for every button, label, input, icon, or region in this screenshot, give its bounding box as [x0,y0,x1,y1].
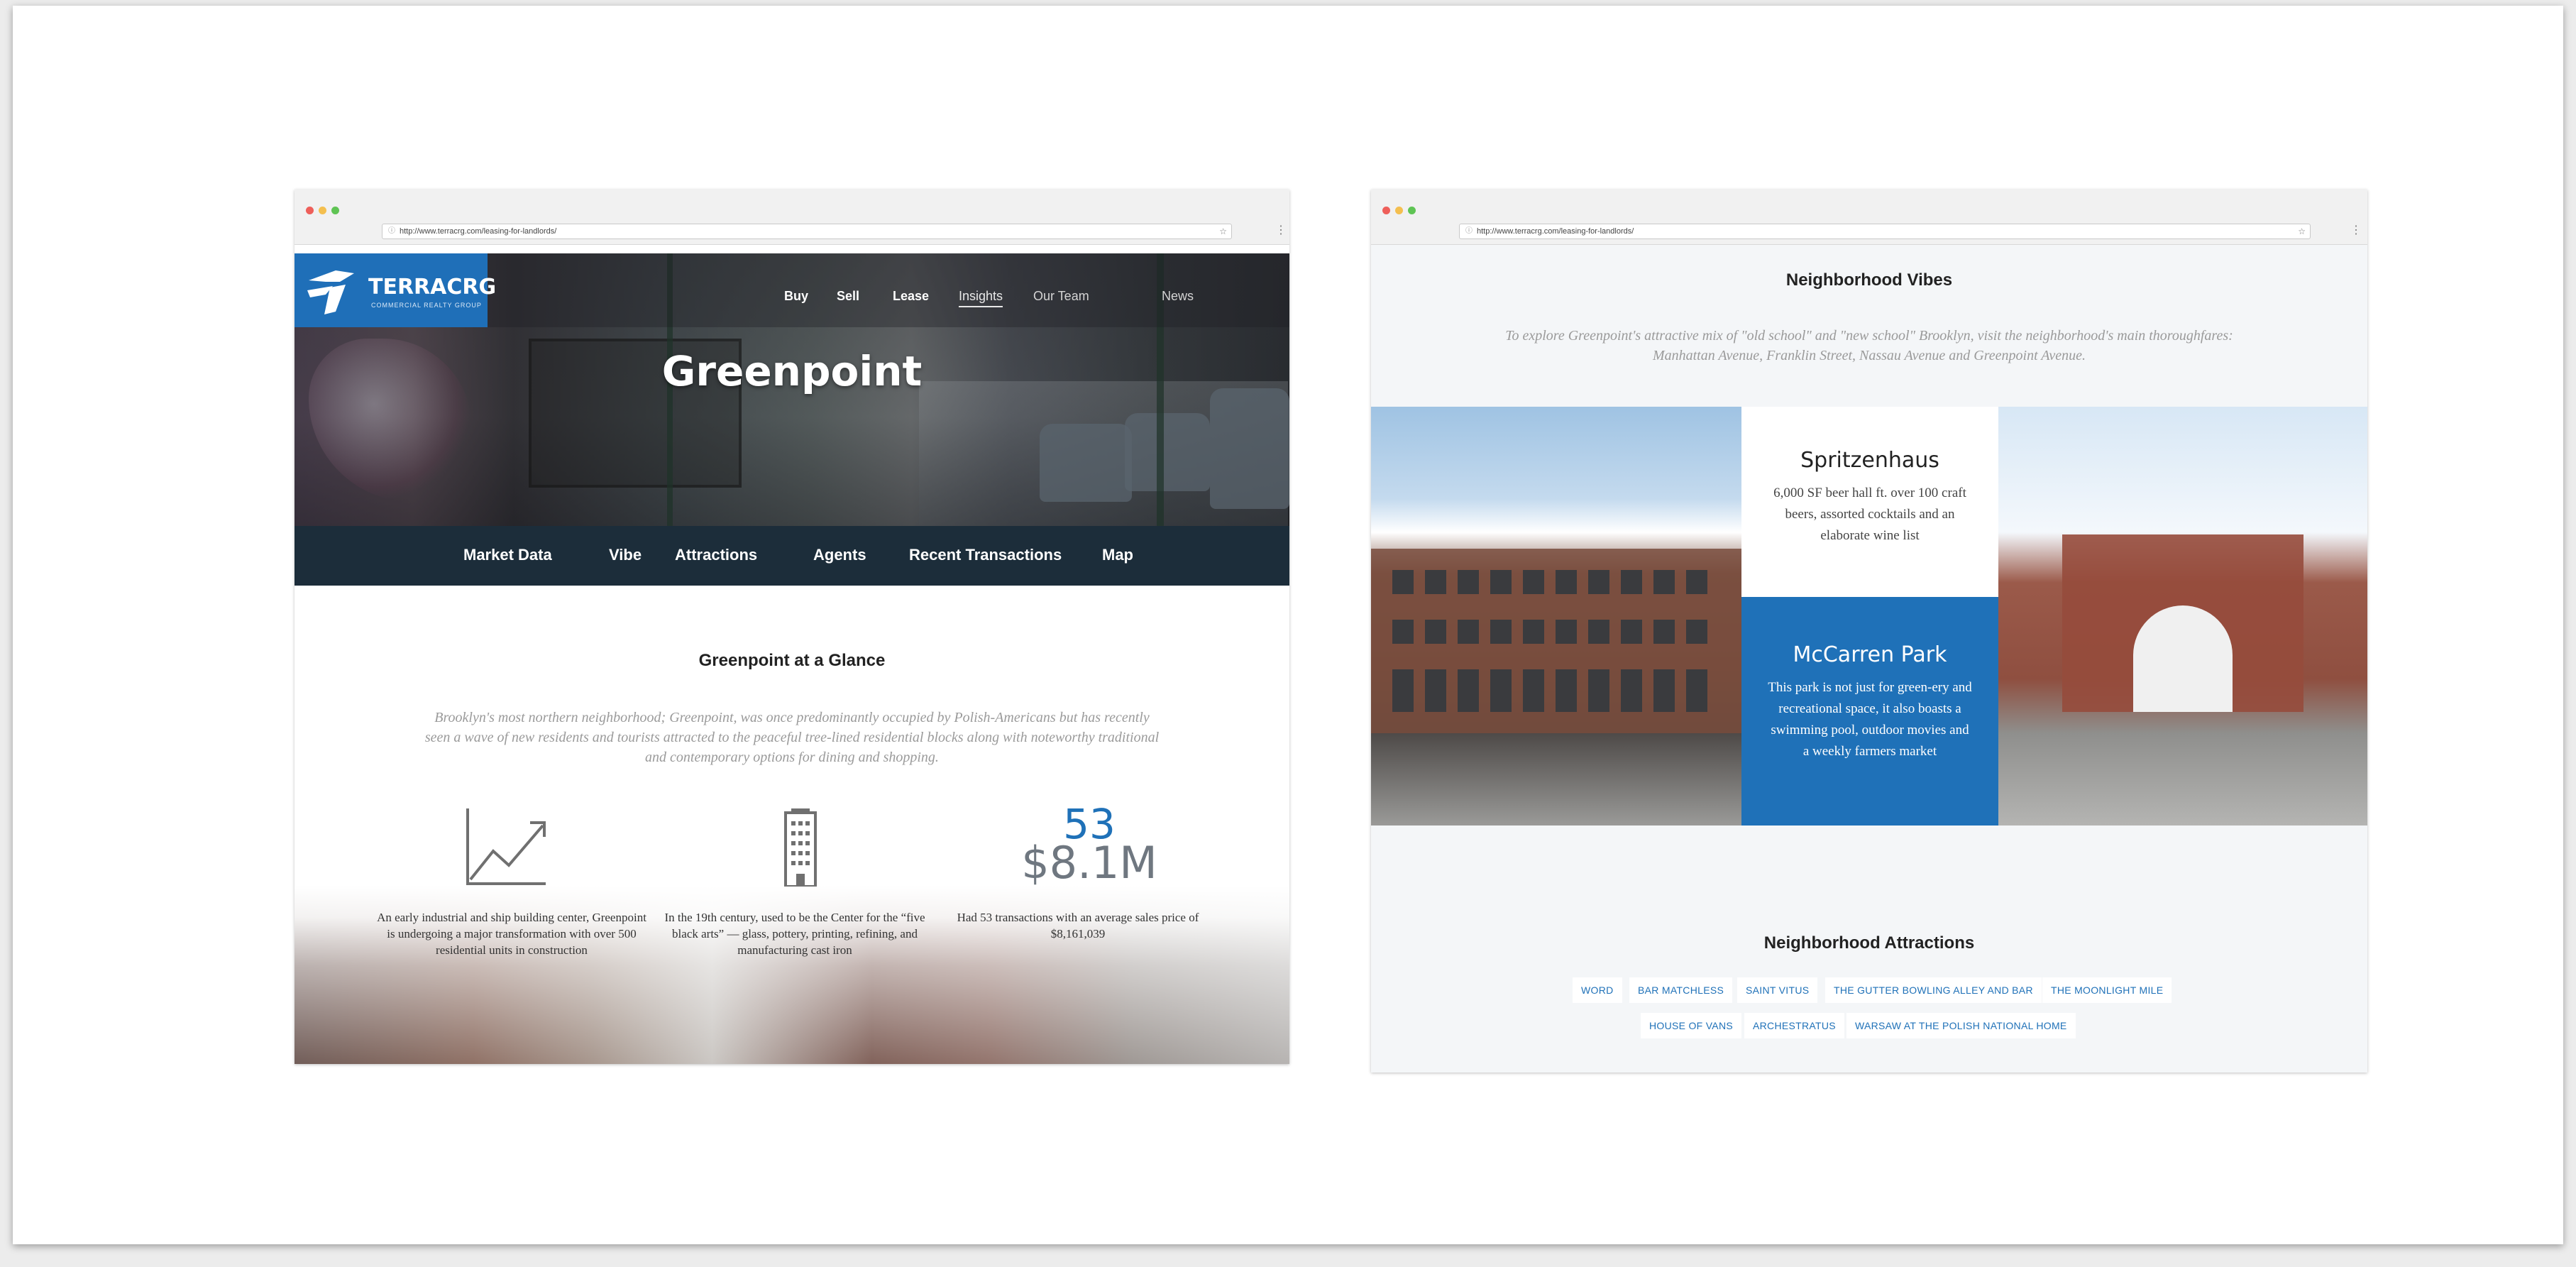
spritzenhaus-photo [1371,407,1741,826]
browser-chrome: ⓘ http://www.terracrg.com/leasing-for-la… [295,190,1289,245]
photo-windows [1392,669,1719,712]
hero-photo-car [1040,424,1132,502]
hero-title: Greenpoint [661,347,923,395]
address-bar-text: http://www.terracrg.com/leasing-for-land… [1477,227,1634,236]
nav-sell[interactable]: Sell [837,289,859,304]
logo-tagline: COMMERCIAL REALTY GROUP [371,302,482,309]
section-nav-map[interactable]: Map [1102,546,1133,564]
nav-lease[interactable]: Lease [893,289,929,304]
attraction-tag[interactable]: THE GUTTER BOWLING ALLEY AND BAR [1825,977,2042,1003]
vibes-intro: To explore Greenpoint's attractive mix o… [1505,328,2233,363]
average-price: $8.1M [1021,837,1157,889]
maximize-window-icon[interactable] [1408,207,1416,214]
attraction-tag[interactable]: WORD [1573,977,1622,1003]
building-icon [784,808,817,887]
bookmark-star-icon[interactable]: ☆ [2298,224,2306,238]
section-nav-recent-transactions[interactable]: Recent Transactions [909,546,1062,564]
stat-text-transactions: Had 53 transactions with an average sale… [957,911,1199,940]
section-nav-vibe[interactable]: Vibe [609,546,642,564]
stat-text-history: In the 19th century, used to be the Cent… [664,911,925,957]
mccarren-park-text: This park is not just for green-ery and … [1768,680,1972,759]
mccarren-park-photo [1998,407,2367,826]
glance-intro: Brooklyn's most northern neighborhood; G… [424,710,1160,765]
page-info-icon[interactable]: ⓘ [388,224,395,238]
browser-window-right: ⓘ http://www.terracrg.com/leasing-for-la… [1371,190,2367,1073]
mccarren-park-card[interactable]: McCarren Park This park is not just for … [1741,597,2007,826]
page-info-icon[interactable]: ⓘ [1465,224,1473,238]
attractions-title: Neighborhood Attractions [1763,933,1975,953]
attraction-tag[interactable]: SAINT VITUS [1737,977,1818,1003]
photo-windows [1392,570,1719,594]
section-nav-market-data[interactable]: Market Data [463,546,552,564]
spritzenhaus-text: 6,000 SF beer hall ft. over 100 craft be… [1773,486,1966,543]
vibes-title: Neighborhood Vibes [1785,270,1953,290]
section-nav-attractions[interactable]: Attractions [675,546,757,564]
attraction-tag[interactable]: ARCHESTRATUS [1744,1013,1844,1038]
address-bar[interactable]: ⓘ http://www.terracrg.com/leasing-for-la… [1459,224,2311,239]
close-window-icon[interactable] [1382,207,1390,214]
spritzenhaus-title: Spritzenhaus [1800,448,1939,473]
attraction-tag[interactable]: BAR MATCHLESS [1629,977,1733,1003]
browser-menu-icon[interactable]: ⋮ [2350,225,2362,236]
browser-window-left: ⓘ http://www.terracrg.com/leasing-for-la… [295,190,1289,1064]
bookmark-star-icon[interactable]: ☆ [1219,224,1227,238]
glance-title: Greenpoint at a Glance [698,651,886,670]
stat-text-industrial: An early industrial and ship building ce… [377,911,646,957]
photo-arch [2133,605,2233,712]
section-nav-agents[interactable]: Agents [813,546,866,564]
close-window-icon[interactable] [306,207,314,214]
spritzenhaus-card[interactable]: Spritzenhaus 6,000 SF beer hall ft. over… [1741,407,1998,597]
section-nav: Market Data Vibe Attractions Agents Rece… [295,526,1289,586]
attraction-tag[interactable]: WARSAW AT THE POLISH NATIONAL HOME [1846,1013,2076,1038]
attraction-tag[interactable]: HOUSE OF VANS [1641,1013,1741,1038]
presentation-canvas: ⓘ http://www.terracrg.com/leasing-for-la… [13,6,2563,1244]
minimize-window-icon[interactable] [1395,207,1403,214]
nav-news[interactable]: News [1162,289,1194,304]
nav-insights[interactable]: Insights [959,289,1003,307]
trend-chart-icon [466,808,546,885]
address-bar-text: http://www.terracrg.com/leasing-for-land… [400,227,557,236]
minimize-window-icon[interactable] [319,207,326,214]
logo-name: TERRACRG [368,275,497,300]
address-bar[interactable]: ⓘ http://www.terracrg.com/leasing-for-la… [382,224,1232,239]
attraction-tag[interactable]: THE MOONLIGHT MILE [2042,977,2172,1003]
mccarren-park-title: McCarren Park [1793,642,1947,667]
hero-photo-car [1125,413,1210,491]
browser-menu-icon[interactable]: ⋮ [1275,225,1287,236]
site-logo[interactable]: TERRACRG COMMERCIAL REALTY GROUP [295,253,496,327]
nav-our-team[interactable]: Our Team [1033,289,1089,304]
photo-windows [1392,620,1719,644]
browser-chrome: ⓘ http://www.terracrg.com/leasing-for-la… [1371,190,2367,245]
hero-photo-car [1210,388,1289,509]
terracrg-logo-icon [307,270,354,314]
nav-buy[interactable]: Buy [784,289,808,304]
maximize-window-icon[interactable] [331,207,339,214]
